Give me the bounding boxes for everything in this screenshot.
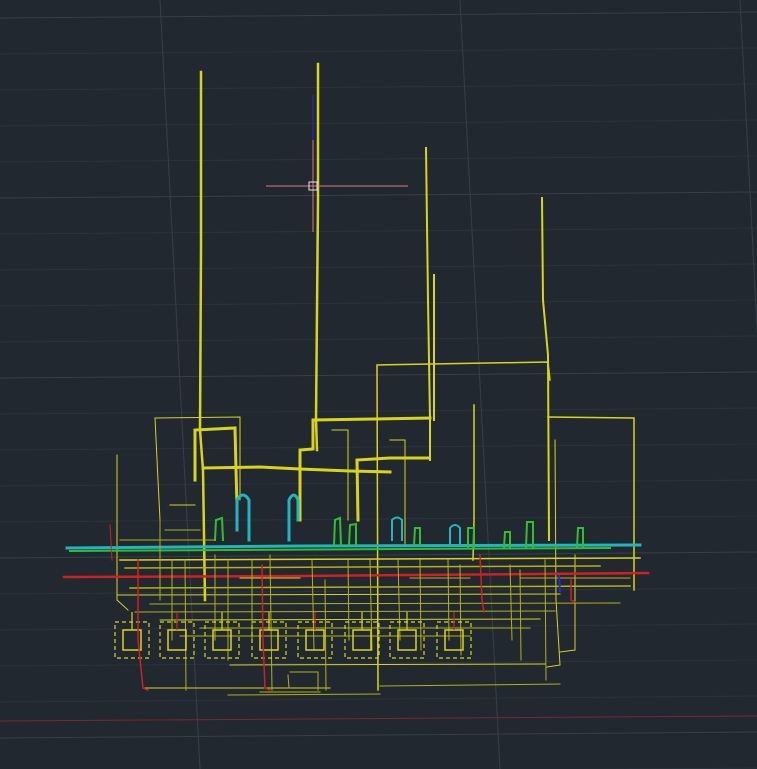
grid-line-horizontal [0, 119, 757, 127]
grid-line-horizontal [0, 371, 757, 379]
cad-model-space[interactable] [0, 0, 757, 769]
origin-axis-line [0, 715, 757, 722]
header-box-mid[interactable] [331, 429, 349, 521]
equipment-body [167, 629, 187, 651]
lower-pipe-drop[interactable] [287, 674, 290, 689]
red-drain-4[interactable] [570, 579, 577, 604]
lower-pipe-run[interactable] [149, 602, 621, 605]
equipment-unit[interactable] [251, 612, 287, 659]
header-main[interactable] [201, 465, 392, 474]
grid-line-horizontal [0, 299, 757, 307]
grid-vertical-lines [159, 0, 757, 769]
red-drain-5[interactable] [109, 524, 113, 561]
grid-line-horizontal [0, 191, 757, 199]
red-drain-1[interactable] [137, 559, 149, 691]
lower-pipe-run[interactable] [119, 557, 641, 561]
grid-line-horizontal [0, 47, 757, 55]
equipment-unit[interactable] [114, 612, 150, 659]
cyan-loop-3[interactable] [391, 516, 403, 541]
grid-line-horizontal [0, 335, 757, 343]
grid-line-horizontal [0, 515, 757, 523]
lower-pipe-drop[interactable] [324, 579, 327, 691]
riser-pipe-5[interactable] [540, 196, 551, 542]
grid-line-horizontal [0, 263, 757, 271]
header-drop-2[interactable] [355, 456, 430, 522]
grid-line-horizontal [0, 83, 757, 91]
grid-line-horizontal [0, 443, 757, 451]
header-right-box[interactable] [547, 416, 635, 591]
drawing-viewport[interactable] [0, 0, 757, 769]
main-lines[interactable] [62, 543, 650, 579]
green-fittings[interactable] [213, 516, 584, 550]
grid-line-horizontal [0, 479, 757, 487]
lower-pipe-run[interactable] [379, 683, 561, 687]
grid-line-vertical [459, 0, 501, 769]
grid-line-horizontal [0, 227, 757, 235]
grid-line-vertical [739, 0, 757, 337]
grid-line-horizontal [0, 11, 757, 19]
equipment-unit[interactable] [159, 612, 195, 659]
grid-line-horizontal [0, 587, 757, 595]
grid-line-horizontal [0, 731, 757, 739]
equipment-unit[interactable] [297, 612, 333, 659]
header-far-left[interactable] [116, 454, 129, 611]
equipment-body [352, 629, 372, 651]
lower-pipe-run[interactable] [117, 593, 561, 596]
lower-pipe-drop[interactable] [184, 559, 187, 691]
blue-stub-line[interactable] [558, 574, 561, 593]
equipment-body [397, 629, 417, 651]
lower-pipe-drop[interactable] [519, 569, 522, 661]
equipment-unit[interactable] [204, 612, 240, 659]
header-left-drop[interactable] [154, 417, 161, 521]
grid-line-horizontal [0, 155, 757, 163]
green-fitting-4[interactable] [412, 527, 421, 547]
grid-line-horizontal [0, 551, 757, 559]
cyan-loop-4[interactable] [449, 524, 461, 546]
lower-pipe-run[interactable] [227, 693, 381, 696]
equipment-body [305, 629, 325, 651]
lower-pipe-drop[interactable] [509, 564, 513, 641]
green-fitting-2[interactable] [332, 516, 343, 547]
lower-pipe-run[interactable] [159, 618, 541, 621]
cyan-loop-2[interactable] [287, 493, 300, 542]
green-fitting-1[interactable] [213, 516, 225, 542]
riser-pipe-2[interactable] [314, 62, 320, 452]
red-main-line[interactable] [62, 571, 650, 579]
lower-pipe-run[interactable] [124, 565, 601, 569]
lower-pipe-network[interactable] [117, 504, 641, 696]
grid-line-horizontal [0, 407, 757, 415]
cyan-loop-1[interactable] [235, 493, 251, 542]
crosshair-cursor[interactable] [266, 140, 408, 232]
grid-line-horizontal [0, 695, 757, 703]
green-fitting-3[interactable] [347, 522, 357, 547]
equipment-unit[interactable] [344, 612, 380, 659]
